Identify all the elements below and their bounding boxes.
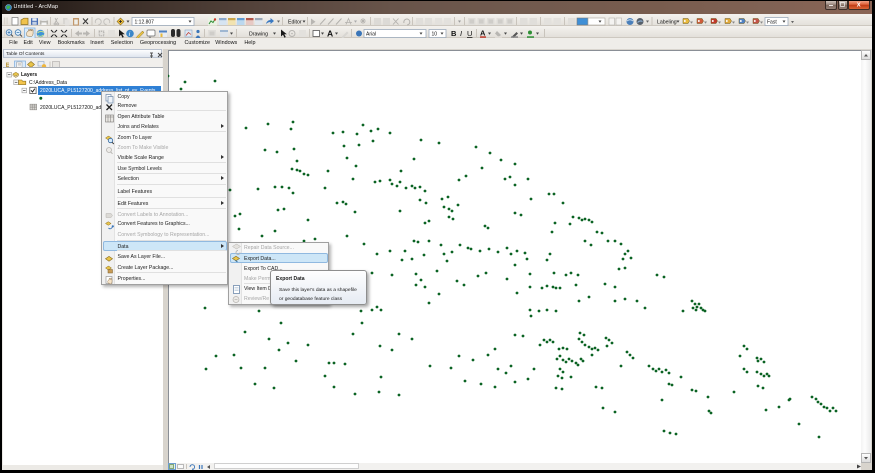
svg-text:Drawing: Drawing: [249, 32, 268, 38]
svg-text:1:12.807: 1:12.807: [134, 19, 154, 25]
svg-text:Labeling: Labeling: [657, 19, 677, 25]
svg-text:U: U: [467, 29, 472, 38]
svg-text:I: I: [460, 29, 462, 38]
svg-text:Fast: Fast: [767, 19, 777, 25]
svg-text:10: 10: [431, 31, 437, 37]
svg-text:A: A: [480, 29, 486, 38]
svg-text:Editor: Editor: [288, 19, 302, 25]
svg-text:B: B: [451, 29, 457, 38]
svg-text:A: A: [327, 29, 333, 39]
svg-text:Arial: Arial: [366, 31, 376, 37]
